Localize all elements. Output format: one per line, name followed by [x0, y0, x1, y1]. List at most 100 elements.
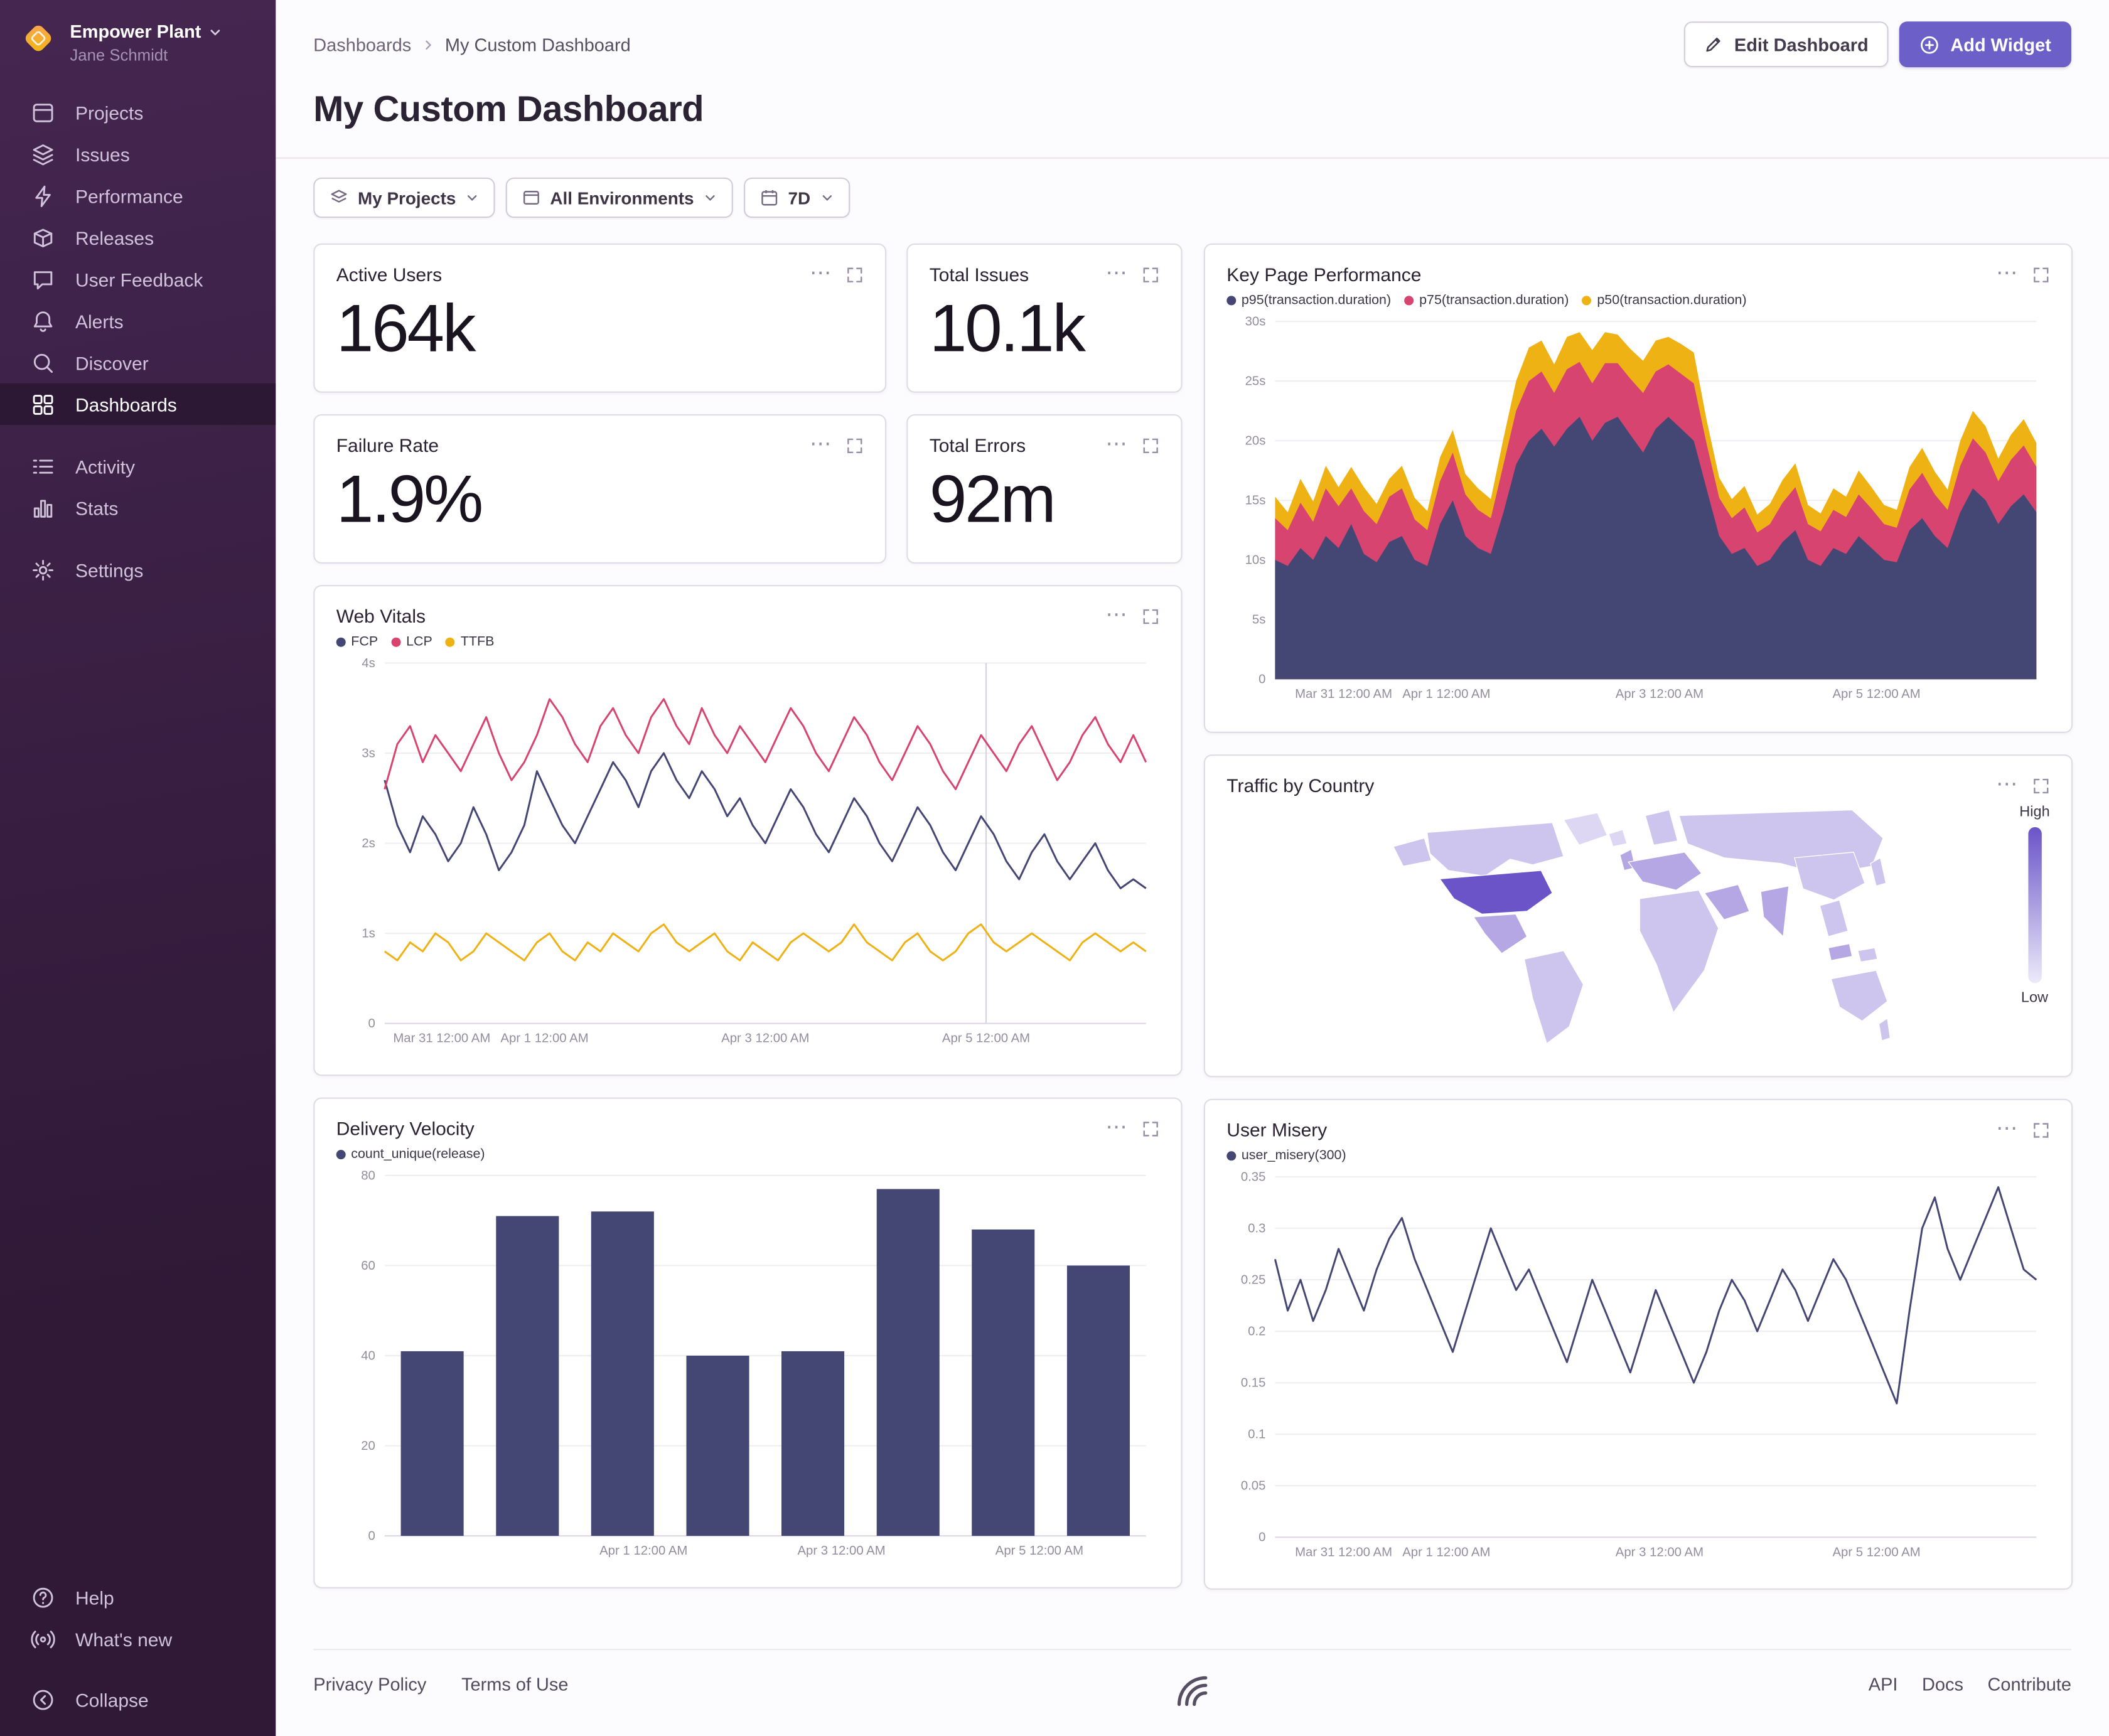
privacy-policy-link[interactable]: Privacy Policy: [313, 1674, 426, 1695]
widget-options-icon[interactable]: ⋯: [1996, 263, 2019, 284]
chart-legend: count_unique(release): [336, 1146, 1159, 1164]
widget-options-icon[interactable]: ⋯: [1105, 434, 1128, 455]
sidebar-item-dashboards[interactable]: Dashboards: [0, 383, 276, 426]
legend-item[interactable]: count_unique(release): [336, 1147, 485, 1162]
sidebar-item-discover[interactable]: Discover: [0, 341, 276, 383]
sidebar-item-help[interactable]: Help: [0, 1576, 276, 1617]
widget-expand-icon[interactable]: [2032, 1121, 2050, 1139]
world-map[interactable]: [1383, 803, 1894, 1045]
widget-options-icon[interactable]: ⋯: [1105, 1117, 1128, 1139]
breadcrumb-current: My Custom Dashboard: [444, 34, 631, 55]
chevron-down-icon: [820, 191, 833, 204]
legend-item[interactable]: LCP: [391, 635, 432, 650]
widget-title: Traffic by Country: [1226, 774, 1375, 796]
legend-item[interactable]: TTFB: [446, 635, 494, 650]
docs-link[interactable]: Docs: [1922, 1674, 1963, 1695]
sidebar-item-performance[interactable]: Performance: [0, 175, 276, 217]
org-switcher[interactable]: Empower Plant Jane Schmidt: [0, 0, 276, 75]
widget-expand-icon[interactable]: [2032, 777, 2050, 795]
sidebar-item-label: What's new: [75, 1627, 173, 1650]
project-filter[interactable]: My Projects: [313, 177, 495, 218]
breadcrumb-dashboards[interactable]: Dashboards: [313, 35, 411, 55]
sidebar-item-releases[interactable]: Releases: [0, 217, 276, 258]
svg-text:Apr 1 12:00 AM: Apr 1 12:00 AM: [500, 1032, 588, 1046]
add-widget-button[interactable]: Add Widget: [1899, 21, 2071, 68]
svg-text:0.2: 0.2: [1248, 1325, 1265, 1339]
web-vitals-chart[interactable]: 0 1s 2s 3s 4s Mar 31 12:00 AM Apr 1 12:00 AM Ap…: [336, 652, 1162, 1050]
widget-options-icon[interactable]: ⋯: [1996, 1118, 2019, 1140]
sidebar-item-projects[interactable]: Projects: [0, 92, 276, 133]
svg-text:0: 0: [368, 1530, 375, 1543]
widget-options-icon[interactable]: ⋯: [1105, 604, 1128, 626]
widget-options-icon[interactable]: ⋯: [810, 434, 832, 455]
svg-text:Apr 1 12:00 AM: Apr 1 12:00 AM: [599, 1544, 687, 1558]
widget-web-vitals[interactable]: Web Vitals ⋯ FCP LCP TTFB 0 1s 2s 3s 4s Mar 31 …: [313, 585, 1183, 1076]
terms-of-use-link[interactable]: Terms of Use: [461, 1674, 568, 1695]
legend-dot: [336, 1150, 346, 1160]
alerts-icon: [31, 309, 55, 333]
widget-title: Delivery Velocity: [336, 1117, 475, 1139]
widget-total-errors[interactable]: Total Errors ⋯ 92m: [906, 414, 1183, 564]
svg-text:Apr 5 12:00 AM: Apr 5 12:00 AM: [1832, 1545, 1920, 1559]
delivery-velocity-chart[interactable]: 0 20 40 60 80 Apr 1 12:00 AM Apr 3 12:00 AM Apr…: [336, 1165, 1162, 1563]
environment-filter[interactable]: All Environments: [505, 177, 733, 218]
contribute-link[interactable]: Contribute: [1988, 1674, 2071, 1695]
widget-total-issues[interactable]: Total Issues ⋯ 10.1k: [906, 243, 1183, 393]
widget-options-icon[interactable]: ⋯: [810, 263, 832, 284]
window-icon: [522, 188, 540, 207]
key-page-performance-chart[interactable]: 0 5s 10s 15s 20s 25s 30s Mar 31 12:00 AM Apr 1 1…: [1226, 311, 2053, 706]
legend-item[interactable]: user_misery(300): [1226, 1149, 1346, 1164]
svg-text:0: 0: [1258, 1531, 1265, 1545]
widget-expand-icon[interactable]: [846, 436, 864, 454]
chevron-down-icon: [210, 29, 220, 35]
sidebar-item-label: User Feedback: [75, 268, 203, 290]
date-range-label: 7D: [788, 187, 811, 208]
sidebar-item-label: Stats: [75, 496, 119, 519]
org-name: Empower Plant: [70, 21, 201, 42]
dashboards-icon: [31, 392, 55, 417]
svg-text:25s: 25s: [1245, 375, 1266, 388]
legend-item[interactable]: p95(transaction.duration): [1226, 293, 1391, 308]
widget-expand-icon[interactable]: [1142, 1120, 1159, 1137]
sidebar-item-alerts[interactable]: Alerts: [0, 300, 276, 341]
widget-delivery-velocity[interactable]: Delivery Velocity ⋯ count_unique(release…: [313, 1097, 1183, 1589]
legend-item[interactable]: FCP: [336, 635, 378, 650]
stats-icon: [31, 496, 55, 520]
widget-expand-icon[interactable]: [2032, 265, 2050, 283]
api-link[interactable]: API: [1869, 1674, 1898, 1695]
page-header: Dashboards My Custom Dashboard Edit Dash…: [276, 0, 2109, 159]
widget-key-page-performance[interactable]: Key Page Performance ⋯ p95(transaction.d…: [1203, 243, 2073, 733]
widget-failure-rate[interactable]: Failure Rate ⋯ 1.9%: [313, 414, 887, 564]
user-misery-chart[interactable]: 0 0.05 0.1 0.15 0.2 0.25 0.3 0.35 Mar 31 12:00 A…: [1226, 1166, 2053, 1564]
app-root: Empower Plant Jane Schmidt Projects Issue…: [0, 0, 2109, 1736]
sidebar-item-label: Alerts: [75, 309, 124, 332]
widget-expand-icon[interactable]: [1142, 607, 1159, 624]
edit-dashboard-button[interactable]: Edit Dashboard: [1684, 21, 1889, 68]
date-range-filter[interactable]: 7D: [743, 177, 850, 218]
widget-traffic-by-country[interactable]: Traffic by Country ⋯ High Low: [1203, 754, 2073, 1078]
widget-options-icon[interactable]: ⋯: [1105, 263, 1128, 284]
sidebar-item-issues[interactable]: Issues: [0, 133, 276, 174]
sidebar-item-user-feedback[interactable]: User Feedback: [0, 258, 276, 299]
sidebar-item-stats[interactable]: Stats: [0, 487, 276, 528]
widget-expand-icon[interactable]: [1142, 436, 1159, 454]
filter-bar: My Projects All Environments 7D: [313, 177, 2071, 218]
widget-active-users[interactable]: Active Users ⋯ 164k: [313, 243, 887, 393]
sidebar-item-label: Dashboards: [75, 393, 177, 415]
svg-text:3s: 3s: [362, 746, 375, 760]
svg-text:40: 40: [361, 1349, 375, 1363]
performance-icon: [31, 184, 55, 208]
chevron-right-icon: [425, 40, 431, 49]
widget-options-icon[interactable]: ⋯: [1996, 774, 2019, 795]
stat-value: 10.1k: [929, 290, 1086, 366]
sidebar-item-collapse[interactable]: Collapse: [0, 1678, 276, 1720]
add-widget-label: Add Widget: [1950, 34, 2051, 55]
legend-item[interactable]: p75(transaction.duration): [1404, 293, 1569, 308]
sidebar-item-activity[interactable]: Activity: [0, 445, 276, 486]
sidebar-item-what-s-new[interactable]: What's new: [0, 1618, 276, 1659]
widget-expand-icon[interactable]: [846, 265, 864, 283]
sidebar-item-settings[interactable]: Settings: [0, 549, 276, 590]
legend-item[interactable]: p50(transaction.duration): [1582, 293, 1747, 308]
widget-user-misery[interactable]: User Misery ⋯ user_misery(300) 0 0.05 0.1 0…: [1203, 1098, 2073, 1590]
widget-expand-icon[interactable]: [1142, 265, 1159, 283]
